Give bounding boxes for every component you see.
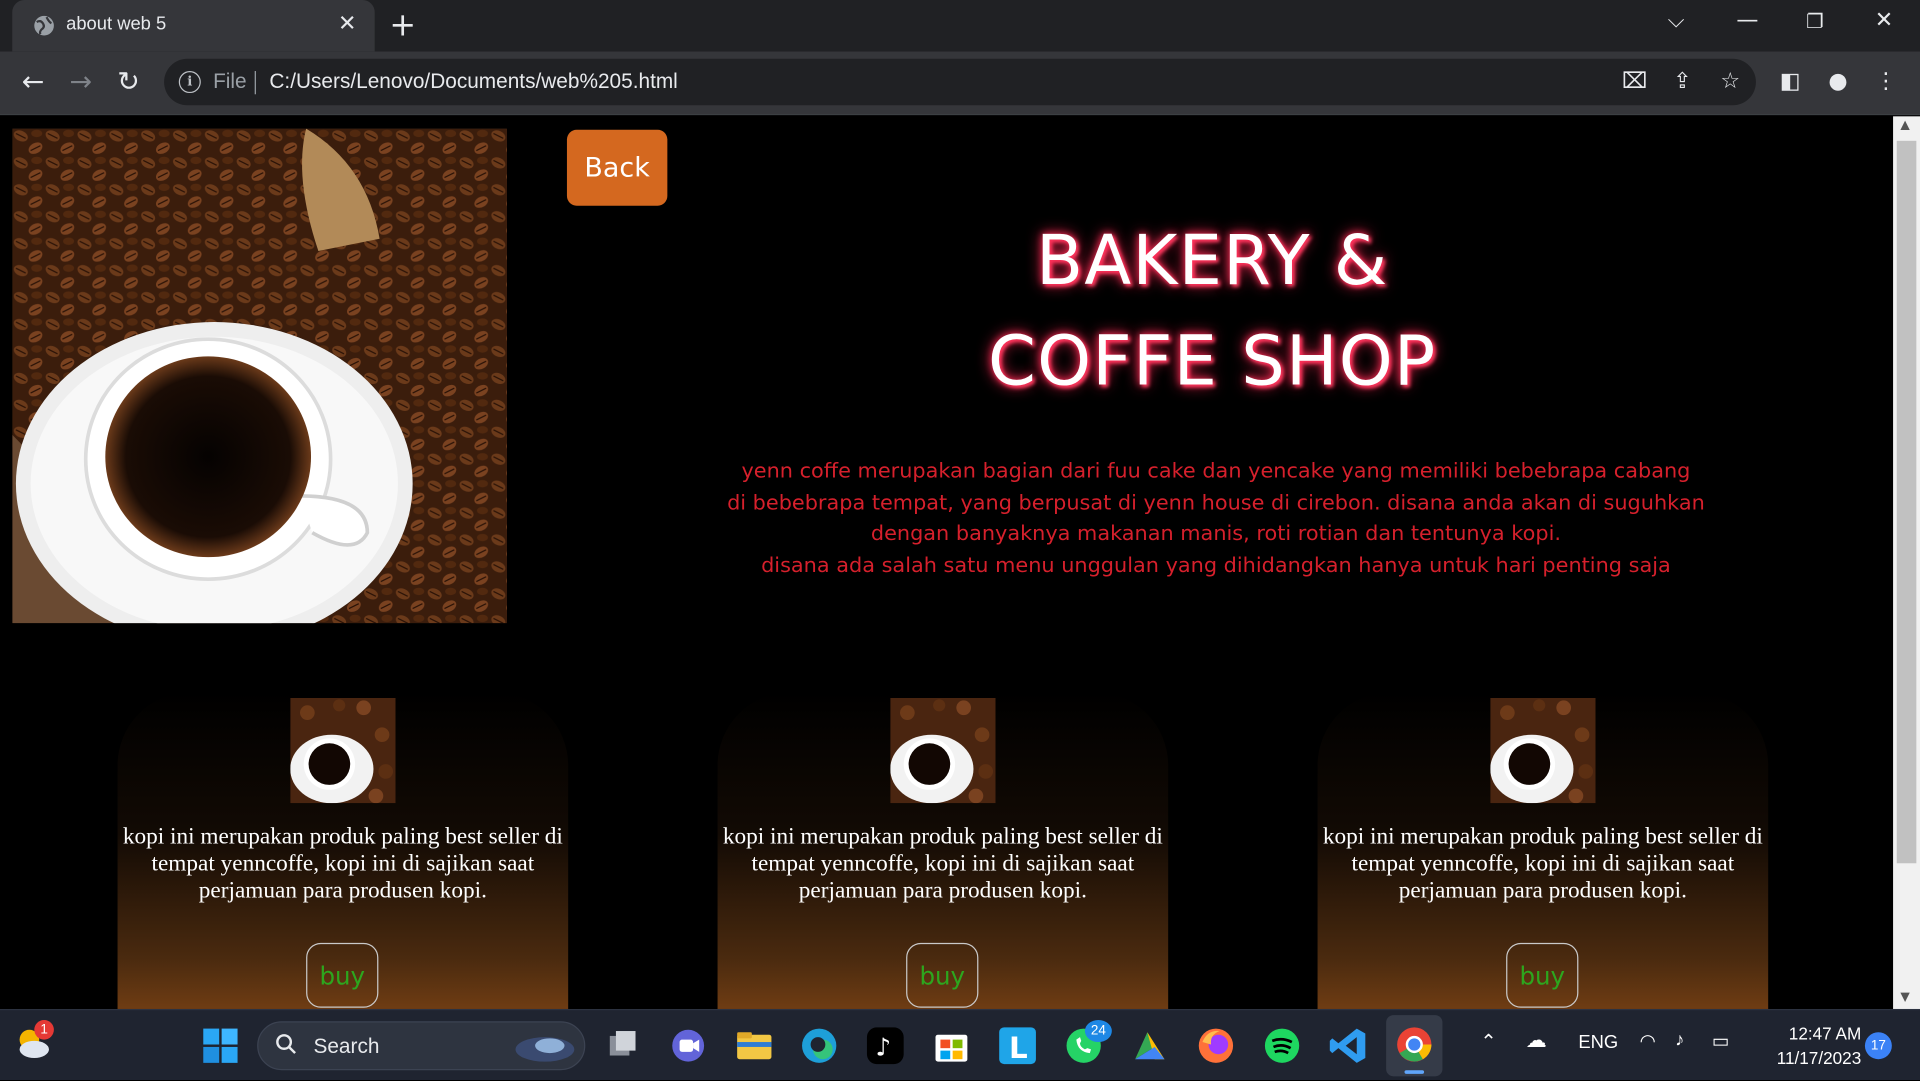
svg-text:♪: ♪ (876, 1033, 892, 1062)
coffee-thumbnail-image (290, 697, 396, 804)
close-tab-icon[interactable]: ✕ (338, 12, 356, 36)
address-bar[interactable]: i File C:/Users/Lenovo/Documents/web%205… (164, 58, 1756, 106)
vscode-icon[interactable] (1327, 1025, 1369, 1067)
language-indicator[interactable]: ENG (1578, 1032, 1618, 1053)
task-view-icon[interactable] (602, 1025, 644, 1067)
clock-time: 12:47 AM (1788, 1023, 1862, 1044)
address-divider (254, 71, 256, 95)
headline-line-2: COFFE SHOP (987, 322, 1437, 402)
address-url[interactable]: C:/Users/Lenovo/Documents/web%205.html (269, 70, 677, 94)
address-scheme: File (213, 69, 247, 94)
coffee-thumbnail-image (1490, 697, 1596, 804)
product-card: kopi ini merupakan produk paling best se… (117, 691, 569, 1009)
browser-tabbar: about web 5 ✕ + ⌵ — ❐ ✕ (0, 0, 1920, 52)
description-line: yenn coffe merupakan bagian dari fuu cak… (741, 459, 1691, 484)
back-arrow-icon[interactable]: ← (17, 67, 49, 99)
globe-icon (34, 15, 54, 36)
screen: about web 5 ✕ + ⌵ — ❐ ✕ ← → ↻ i File C:/… (0, 0, 1920, 1081)
back-button[interactable]: Back (566, 129, 668, 206)
onedrive-cloud-icon[interactable]: ☁ (1526, 1029, 1547, 1053)
share-icon[interactable]: ⇪ (1669, 69, 1696, 96)
spotify-icon[interactable] (1261, 1025, 1303, 1067)
coffee-thumbnail-image (890, 697, 996, 804)
minimize-icon[interactable]: — (1736, 7, 1758, 33)
wifi-icon[interactable]: ◠ (1640, 1030, 1656, 1052)
microsoft-store-icon[interactable] (931, 1025, 973, 1067)
page-viewport: Back BAKERY & COFFE SHOP yenn coffe meru… (0, 116, 1894, 1009)
search-highlight-image (515, 1037, 575, 1062)
browser-tab[interactable]: about web 5 ✕ (12, 0, 375, 52)
product-description: kopi ini merupakan produk paling best se… (122, 824, 563, 904)
buy-button[interactable]: buy (906, 942, 979, 1008)
description-line: dengan banyaknya makanan manis, roti rot… (870, 521, 1561, 547)
bookmark-star-icon[interactable]: ☆ (1717, 69, 1744, 96)
file-explorer-icon[interactable] (733, 1025, 775, 1067)
firefox-icon[interactable] (1195, 1025, 1237, 1067)
svg-text:L: L (1009, 1031, 1028, 1065)
search-label: Search (313, 1034, 380, 1058)
description-line: disana ada salah satu menu unggulan yang… (761, 552, 1671, 578)
edge-browser-icon[interactable] (798, 1025, 840, 1067)
product-description: kopi ini merupakan produk paling best se… (722, 824, 1163, 904)
description-line: di bebebrapa tempat, yang berpusat di ye… (727, 490, 1705, 515)
restore-icon[interactable]: ❐ (1806, 10, 1824, 33)
volume-icon[interactable]: ♪ (1675, 1030, 1684, 1051)
whatsapp-icon[interactable]: 24 (1063, 1020, 1112, 1067)
show-hidden-icons-chevron-icon[interactable]: ⌃ (1480, 1030, 1496, 1054)
side-panel-icon[interactable]: ◧ (1777, 69, 1804, 96)
site-info-icon[interactable]: i (178, 71, 201, 94)
scroll-up-icon[interactable]: ▲ (1900, 119, 1909, 132)
menu-kebab-icon[interactable]: ⋮ (1872, 69, 1899, 96)
translate-icon[interactable]: ⌧ (1621, 69, 1648, 96)
chrome-icon[interactable] (1386, 1015, 1443, 1077)
tab-title: about web 5 (66, 13, 167, 35)
close-window-icon[interactable]: ✕ (1875, 7, 1893, 33)
whatsapp-badge: 24 (1084, 1020, 1112, 1043)
scrollbar-thumb[interactable] (1896, 140, 1917, 864)
forward-arrow-icon[interactable]: → (65, 67, 97, 99)
teams-chat-icon[interactable] (667, 1025, 709, 1067)
battery-icon[interactable]: ▭ (1712, 1030, 1729, 1052)
clock-date: 11/17/2023 (1776, 1048, 1862, 1068)
taskbar-search[interactable]: Search (257, 1021, 586, 1071)
shop-description: yenn coffe merupakan bagian dari fuu cak… (686, 457, 1746, 582)
reload-icon[interactable]: ↻ (113, 67, 145, 99)
product-description: kopi ini merupakan produk paling best se… (1322, 824, 1763, 904)
weather-badge: 1 (34, 1020, 54, 1040)
buy-button[interactable]: buy (306, 942, 379, 1008)
profile-icon[interactable]: ● (1825, 69, 1852, 96)
arc-app-icon[interactable] (1129, 1025, 1171, 1067)
product-card: kopi ini merupakan produk paling best se… (717, 691, 1169, 1009)
buy-button[interactable]: buy (1506, 942, 1579, 1008)
search-icon (276, 1034, 296, 1054)
weather-widget-icon[interactable]: 1 (12, 1020, 54, 1064)
lens-l-app-icon[interactable]: L (997, 1025, 1039, 1067)
scroll-down-icon[interactable]: ▼ (1900, 991, 1909, 1004)
tab-search-chevron-icon[interactable]: ⌵ (1668, 7, 1685, 33)
coffee-hero-image (12, 128, 507, 624)
tiktok-icon[interactable]: ♪ (864, 1025, 906, 1067)
headline-line-1: BAKERY & (1036, 221, 1389, 302)
shop-headline: BAKERY & COFFE SHOP (735, 212, 1690, 413)
notification-center-badge[interactable]: 17 (1864, 1032, 1892, 1060)
browser-toolbar: ← → ↻ i File C:/Users/Lenovo/Documents/w… (0, 51, 1920, 116)
system-clock[interactable]: 12:47 AM 11/17/2023 (1751, 1021, 1862, 1070)
product-card: kopi ini merupakan produk paling best se… (1317, 691, 1769, 1009)
windows-taskbar: 1 Search ♪ L 24 ⌃ ☁ ENG ◠ ♪ ▭ 12:47 AM 1… (0, 1008, 1920, 1081)
new-tab-icon[interactable]: + (389, 7, 416, 44)
page-scrollbar[interactable]: ▲ ▼ (1893, 116, 1920, 1009)
windows-start-icon[interactable] (200, 1025, 242, 1067)
